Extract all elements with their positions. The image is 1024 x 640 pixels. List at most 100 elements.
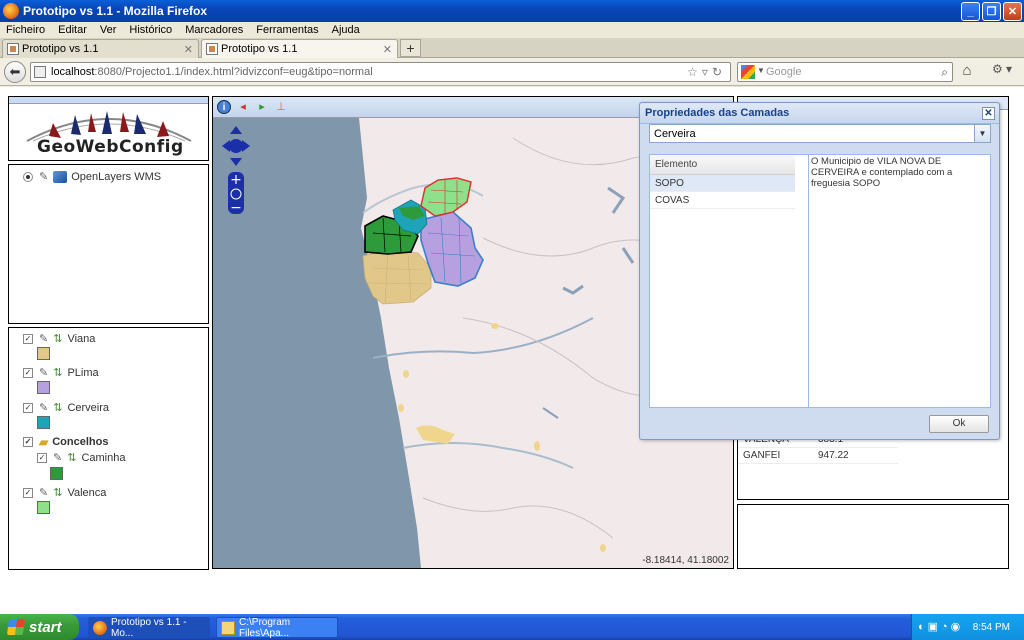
layer-label: Valenca <box>67 486 107 499</box>
pan-left-icon[interactable] <box>222 140 230 152</box>
layer-item-plima[interactable]: ✓ ✎ ⇅ PLima <box>23 366 99 379</box>
search-engine-dropdown-icon[interactable]: ▼ <box>757 66 765 75</box>
addons-menu-icon[interactable]: ⚙ ▾ <box>985 62 1019 82</box>
overlay-layers-panel: ✓ ✎ ⇅ Viana ✓ ✎ ⇅ PLima ✓ ✎ ⇅ Cerveira ✓… <box>8 327 209 570</box>
url-bar[interactable]: localhost:8080/Projecto1.1/index.html?id… <box>30 62 731 82</box>
next-view-icon[interactable]: ▸ <box>255 100 269 114</box>
layer-folder-concelhos[interactable]: ✓ ▰ Concelhos <box>23 435 108 449</box>
mouse-coordinates: -8.18414, 41.18002 <box>642 555 729 566</box>
task-label: Prototipo vs 1.1 - Mo... <box>111 616 187 639</box>
base-layers-panel: ✎ OpenLayers WMS <box>8 164 209 324</box>
ok-button[interactable]: Ok <box>929 415 989 433</box>
grid-row-sopo[interactable]: SOPO <box>650 175 795 192</box>
layer-item-viana[interactable]: ✓ ✎ ⇅ Viana <box>23 332 95 345</box>
layer-properties-dialog: Propriedades das Camadas ✕ Cerveira ▼ El… <box>639 102 1000 440</box>
menu-ver[interactable]: Ver <box>100 24 117 36</box>
layer-checkbox[interactable]: ✓ <box>23 333 33 344</box>
search-icon[interactable]: ⌕ <box>941 65 948 80</box>
minimize-button[interactable]: _ <box>961 2 980 21</box>
layer-tool-icon[interactable]: ✎ <box>39 366 48 379</box>
logo-panel: GeoWebConfig <box>8 96 209 161</box>
layer-checkbox[interactable]: ✓ <box>23 367 33 378</box>
chevron-down-icon[interactable]: ▼ <box>974 125 990 142</box>
layer-swatch-caminha <box>50 467 63 480</box>
window-titlebar: Prototipo vs 1.1 - Mozilla Firefox _ ❐ ✕ <box>0 0 1024 22</box>
layer-select-value: Cerveira <box>654 127 696 140</box>
menu-ferramentas[interactable]: Ferramentas <box>256 24 318 36</box>
menu-ajuda[interactable]: Ajuda <box>332 24 360 36</box>
baselayer-label: OpenLayers WMS <box>71 170 162 183</box>
layer-label: Viana <box>67 332 96 345</box>
layer-checkbox[interactable]: ✓ <box>37 452 47 463</box>
url-path: :8080/Projecto1.1/index.html?idvizconf=e… <box>94 66 373 78</box>
layer-radio[interactable] <box>23 171 33 182</box>
page-favicon-icon <box>206 43 218 55</box>
grid-header[interactable]: Elemento <box>650 155 795 175</box>
taskbar-item-explorer[interactable]: C:\Program Files\Apa... <box>216 617 338 639</box>
wms-layer-icon <box>53 170 68 183</box>
grid-row-covas[interactable]: COVAS <box>650 192 795 209</box>
site-identity-icon[interactable] <box>34 66 46 78</box>
tab-label: Prototipo vs 1.1 <box>221 43 298 55</box>
row-value: 947.22 <box>818 450 849 461</box>
close-tab-icon[interactable]: ✕ <box>184 43 193 56</box>
info-tool-icon[interactable]: i <box>217 100 231 114</box>
layer-info-icon[interactable]: ⇅ <box>53 401 62 414</box>
previous-view-icon[interactable]: ◂ <box>236 100 250 114</box>
close-tab-icon[interactable]: ✕ <box>383 43 392 56</box>
layer-tool-icon[interactable]: ✎ <box>53 451 62 464</box>
menu-historico[interactable]: Histórico <box>129 24 172 36</box>
browser-tab-2[interactable]: Prototipo vs 1.1 ✕ <box>201 39 398 58</box>
layer-select[interactable]: Cerveira ▼ <box>649 124 991 143</box>
layer-item-valenca[interactable]: ✓ ✎ ⇅ Valenca <box>23 486 106 499</box>
pan-arrows-icon <box>222 126 250 166</box>
layer-tool-icon[interactable]: ✎ <box>39 332 48 345</box>
maximize-button[interactable]: ❐ <box>982 2 1001 21</box>
dialog-close-button[interactable]: ✕ <box>982 107 995 120</box>
layer-info-icon[interactable]: ⇅ <box>67 451 76 464</box>
layer-label: Cerveira <box>67 401 110 414</box>
search-input[interactable]: ▼ Google ⌕ <box>737 62 953 82</box>
tray-icons[interactable]: ◐▣◔◉ <box>918 620 963 633</box>
pan-down-icon[interactable] <box>230 158 242 166</box>
layer-info-icon[interactable]: ⇅ <box>53 332 62 345</box>
layer-item-caminha[interactable]: ✓ ✎ ⇅ Caminha <box>37 451 125 464</box>
clock: 8:54 PM <box>972 621 1010 633</box>
pan-up-icon[interactable] <box>230 126 242 134</box>
layer-info-icon[interactable]: ⇅ <box>53 486 62 499</box>
taskbar-item-firefox[interactable]: Prototipo vs 1.1 - Mo... <box>88 616 210 639</box>
start-button[interactable]: start <box>0 614 79 640</box>
table-row: GANFEI 947.22 <box>738 448 898 464</box>
back-button[interactable]: ⬅ <box>4 61 26 83</box>
close-window-button[interactable]: ✕ <box>1003 2 1022 21</box>
layer-checkbox[interactable]: ✓ <box>23 437 33 447</box>
measure-tool-icon[interactable]: ⊥ <box>274 100 288 114</box>
navigation-bar: ⬅ localhost:8080/Projecto1.1/index.html?… <box>0 58 1024 86</box>
windows-logo-icon <box>6 619 26 635</box>
layer-checkbox[interactable]: ✓ <box>23 402 33 413</box>
tab-label: Prototipo vs 1.1 <box>22 43 99 55</box>
home-icon[interactable]: ⌂ <box>957 62 977 82</box>
firefox-icon <box>93 621 107 635</box>
new-tab-button[interactable]: + <box>400 39 421 57</box>
layer-checkbox[interactable]: ✓ <box>23 487 33 498</box>
layer-tool-icon[interactable]: ✎ <box>39 170 48 183</box>
menu-editar[interactable]: Editar <box>58 24 87 36</box>
browser-tab-1[interactable]: Prototipo vs 1.1 ✕ <box>2 39 199 58</box>
layer-item-cerveira[interactable]: ✓ ✎ ⇅ Cerveira <box>23 401 109 414</box>
pan-right-icon[interactable] <box>242 140 250 152</box>
layer-swatch-cerveira <box>37 416 50 429</box>
layer-tool-icon[interactable]: ✎ <box>39 486 48 499</box>
baselayer-openlayers-wms[interactable]: ✎ OpenLayers WMS <box>23 170 161 183</box>
menu-marcadores[interactable]: Marcadores <box>185 24 243 36</box>
folder-icon <box>221 621 235 635</box>
layer-tool-icon[interactable]: ✎ <box>39 401 48 414</box>
bookmark-star-icon[interactable]: ☆▿↻ <box>687 65 726 79</box>
page-favicon-icon <box>7 43 19 55</box>
start-label: start <box>29 618 62 636</box>
logo-text: GeoWebConfig <box>37 137 184 157</box>
zoom-in-icon[interactable]: + <box>230 172 242 188</box>
menu-ficheiro[interactable]: Ficheiro <box>6 24 45 36</box>
zoom-out-icon[interactable]: − <box>230 200 242 216</box>
layer-info-icon[interactable]: ⇅ <box>53 366 62 379</box>
